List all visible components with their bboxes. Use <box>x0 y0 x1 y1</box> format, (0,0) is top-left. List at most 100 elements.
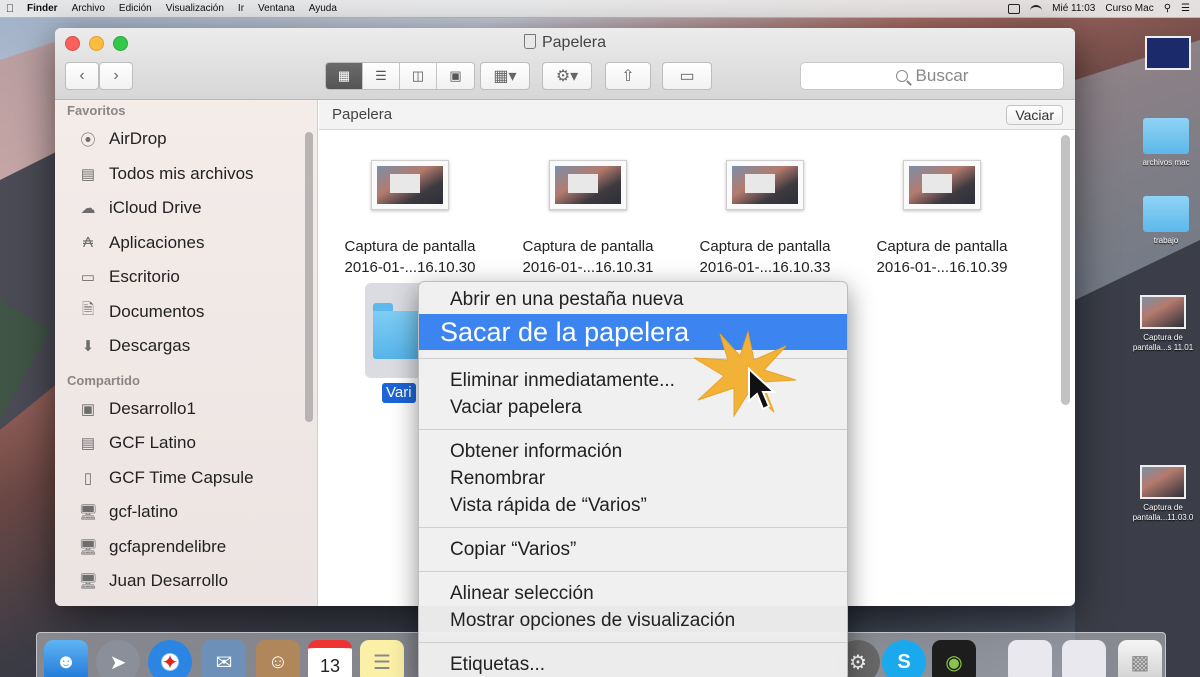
desktop-folder-archivos[interactable]: archivos mac <box>1135 118 1197 168</box>
empty-trash-button[interactable]: Vaciar <box>1006 104 1063 125</box>
trash-icon <box>523 34 536 49</box>
dock-app-icon[interactable]: ◉ <box>932 640 976 677</box>
sidebar-item-desktop[interactable]: ▭ Escritorio <box>55 260 317 295</box>
wifi-icon[interactable] <box>1030 4 1043 13</box>
airplay-icon[interactable] <box>1008 3 1021 14</box>
sidebar-item-airdrop[interactable]: ⦿ AirDrop <box>55 122 317 157</box>
menubar-user[interactable]: Curso Mac <box>1105 3 1153 14</box>
sidebar-item-time-capsule[interactable]: ▯ GCF Time Capsule <box>55 461 317 496</box>
desktop-item-label: Captura de pantalla...11.03.0 <box>1132 503 1194 522</box>
file-name: Captura de pantalla 2016-01-...16.10.33 <box>699 238 831 276</box>
menu-item-get-info[interactable]: Obtener información <box>419 438 847 465</box>
dock-skype-icon[interactable]: S <box>882 640 926 677</box>
dock-finder-icon[interactable]: ☻ <box>44 640 88 677</box>
dock-launchpad-icon[interactable]: ➤ <box>96 640 140 677</box>
sidebar-item-gcf-latino-host[interactable]: 🖥 gcf-latino <box>55 495 317 530</box>
screenshot-thumbnail-icon <box>371 160 449 210</box>
menu-item-tags[interactable]: Etiquetas... <box>419 651 847 677</box>
desktop-screenshot-2[interactable]: Captura de pantalla...11.03.0 <box>1128 465 1198 523</box>
sidebar-item-documents[interactable]: 🗎 Documentos <box>55 295 317 330</box>
menu-ventana[interactable]: Ventana <box>251 3 302 14</box>
menu-ayuda[interactable]: Ayuda <box>302 3 344 14</box>
notification-center-icon[interactable]: ☰ <box>1181 3 1190 14</box>
file-item[interactable]: Captura de pantalla 2016-01-...16.10.39 <box>857 160 1027 278</box>
columns-icon: ◫ <box>411 68 425 83</box>
search-placeholder: Buscar <box>915 66 969 85</box>
file-item[interactable]: Captura de pantalla 2016-01-...16.10.30 <box>325 160 495 278</box>
menu-bar:  Finder Archivo Edición Visualización I… <box>0 0 1200 18</box>
back-button[interactable]: ‹ <box>65 62 99 90</box>
sidebar-item-applications[interactable]: ₳ Aplicaciones <box>55 226 317 261</box>
sidebar-header-favoritos: Favoritos <box>67 103 126 118</box>
menu-item-rename[interactable]: Renombrar <box>419 465 847 492</box>
dock-notes-icon[interactable]: ☰ <box>360 640 404 677</box>
folder-icon <box>1143 196 1189 232</box>
sidebar-item-label: Aplicaciones <box>109 232 205 252</box>
desktop-screenshot-1[interactable]: Captura de pantalla...s 11.01 <box>1128 295 1198 353</box>
sidebar-item-desarrollo1[interactable]: ▣ Desarrollo1 <box>55 392 317 427</box>
sidebar-scrollbar[interactable] <box>305 132 313 422</box>
menu-item-open-new-tab[interactable]: Abrir en una pestaña nueva <box>419 286 847 313</box>
sidebar-item-juan-desarrollo[interactable]: 🖥 Juan Desarrollo <box>55 564 317 599</box>
menu-visualizacion[interactable]: Visualización <box>159 3 231 14</box>
file-item[interactable]: Captura de pantalla 2016-01-...16.10.31 <box>503 160 673 278</box>
menu-separator <box>419 527 847 528</box>
search-field[interactable]: Buscar <box>800 62 1064 90</box>
desktop-item-label: trabajo <box>1153 236 1179 245</box>
list-view-button[interactable]: ☰ <box>363 63 400 89</box>
menu-archivo[interactable]: Archivo <box>65 3 112 14</box>
dock-calendar-icon[interactable]: 13 <box>308 640 352 677</box>
menu-item-show-view-options[interactable]: Mostrar opciones de visualización <box>419 607 847 634</box>
menubar-clock[interactable]: Mié 11:03 <box>1052 3 1095 14</box>
sidebar-item-gcf-latino[interactable]: ▤ GCF Latino <box>55 426 317 461</box>
folder-name-label[interactable]: Vari <box>382 383 416 403</box>
dock-safari-icon[interactable]: ✦ <box>148 640 192 677</box>
tags-button[interactable]: ▭ <box>662 62 712 90</box>
file-name: Captura de pantalla 2016-01-...16.10.39 <box>876 238 1008 276</box>
spotlight-icon[interactable]: ⚲ <box>1164 3 1171 14</box>
dock-screenshot-stack-icon[interactable] <box>1008 640 1052 677</box>
network-drive-icon: ▤ <box>80 435 96 453</box>
column-view-button[interactable]: ◫ <box>400 63 437 89</box>
content-scrollbar[interactable] <box>1061 135 1070 405</box>
dock-contacts-icon[interactable]: ☺ <box>256 640 300 677</box>
cover-flow-icon: ▣ <box>449 68 462 83</box>
menu-item-quick-look[interactable]: Vista rápida de “Varios” <box>419 492 847 519</box>
menu-finder[interactable]: Finder <box>20 3 65 14</box>
file-item[interactable]: Captura de pantalla 2016-01-...16.10.33 <box>680 160 850 278</box>
file-name: Captura de pantalla 2016-01-...16.10.31 <box>522 238 654 276</box>
grid-icon: ▦ <box>337 68 351 83</box>
time-capsule-icon: ▯ <box>83 469 93 487</box>
sidebar-item-icloud[interactable]: ☁ iCloud Drive <box>55 191 317 226</box>
sidebar: Favoritos ⦿ AirDrop ▤ Todos mis archivos ☁… <box>55 100 318 606</box>
list-icon: ☰ <box>375 68 387 83</box>
path-label: Papelera <box>332 106 393 123</box>
sidebar-item-label: Todos mis archivos <box>109 163 254 183</box>
dock-screenshot-stack-icon[interactable] <box>1062 640 1106 677</box>
cover-flow-button[interactable]: ▣ <box>437 63 474 89</box>
action-button[interactable]: ⚙▾ <box>542 62 592 90</box>
menu-item-copy[interactable]: Copiar “Varios” <box>419 536 847 563</box>
folder-icon[interactable] <box>373 303 421 359</box>
forward-button[interactable]: › <box>99 62 133 90</box>
icon-view-button[interactable]: ▦ <box>326 63 363 89</box>
server-icon: ▣ <box>80 400 96 418</box>
window-title: Papelera <box>541 34 607 51</box>
desktop-item-display[interactable] <box>1140 36 1196 74</box>
dock-mail-icon[interactable]: ✉ <box>202 640 246 677</box>
display-icon <box>1145 36 1191 70</box>
screenshot-thumbnail-icon <box>1140 295 1186 329</box>
dock-trash-icon[interactable]: ▩ <box>1118 640 1162 677</box>
share-button[interactable]: ⇧ <box>605 62 651 90</box>
arrange-button[interactable]: ▦▾ <box>480 62 530 90</box>
apple-icon[interactable]:  <box>0 3 20 15</box>
sidebar-item-gcfaprendelibre[interactable]: 🖥 gcfaprendelibre <box>55 530 317 565</box>
menu-item-align-selection[interactable]: Alinear selección <box>419 580 847 607</box>
sidebar-item-all-files[interactable]: ▤ Todos mis archivos <box>55 157 317 192</box>
sidebar-item-downloads[interactable]: ⬇ Descargas <box>55 329 317 364</box>
menu-edicion[interactable]: Edición <box>112 3 159 14</box>
sidebar-item-label: Desarrollo1 <box>109 398 196 418</box>
desktop-folder-trabajo[interactable]: trabajo <box>1135 196 1197 246</box>
menu-ir[interactable]: Ir <box>231 3 251 14</box>
tag-icon: ▭ <box>679 68 695 85</box>
